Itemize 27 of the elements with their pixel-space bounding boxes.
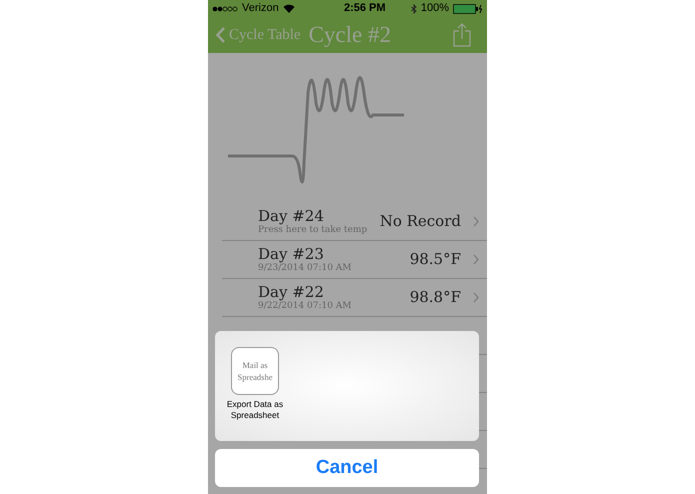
day-subtitle: 9/22/2014 07:10 AM bbox=[258, 301, 352, 312]
signal-icon bbox=[212, 6, 238, 12]
chevron-icon bbox=[473, 216, 479, 227]
day-row[interactable]: Day #23 9/23/2014 07:10 AM 98.5°F bbox=[222, 241, 487, 279]
battery-icon bbox=[452, 4, 483, 14]
day-subtitle: 9/23/2014 07:10 AM bbox=[258, 263, 352, 274]
day-title: Day #22 bbox=[258, 282, 325, 301]
temperature-value: 98.8°F bbox=[410, 287, 461, 308]
temperature-value: 98.5°F bbox=[410, 249, 461, 270]
action-label: Export Data as Spreadsheet bbox=[226, 399, 284, 421]
chevron-icon bbox=[473, 254, 479, 265]
wifi-icon bbox=[282, 4, 295, 13]
clock-time: 2:56 PM bbox=[344, 1, 386, 16]
screen-title: Cycle #2 bbox=[308, 20, 391, 49]
mail-spreadsheet-tile[interactable]: Mail as Spreadshe bbox=[231, 347, 279, 395]
carrier-name: Verizon bbox=[242, 1, 279, 16]
battery-percent: 100% bbox=[420, 1, 449, 16]
day-title: Day #23 bbox=[258, 244, 325, 263]
bluetooth-icon bbox=[410, 4, 417, 14]
temperature-value: No Record bbox=[380, 211, 461, 232]
day-row[interactable]: Day #22 9/22/2014 07:10 AM 98.8°F bbox=[222, 279, 487, 317]
day-subtitle: Press here to take temp bbox=[258, 225, 368, 236]
share-icon[interactable] bbox=[453, 23, 471, 47]
chevron-icon bbox=[473, 292, 479, 303]
day-title: Day #24 bbox=[258, 206, 325, 225]
cancel-button[interactable]: Cancel bbox=[215, 449, 479, 487]
back-chevron-icon bbox=[216, 27, 225, 43]
